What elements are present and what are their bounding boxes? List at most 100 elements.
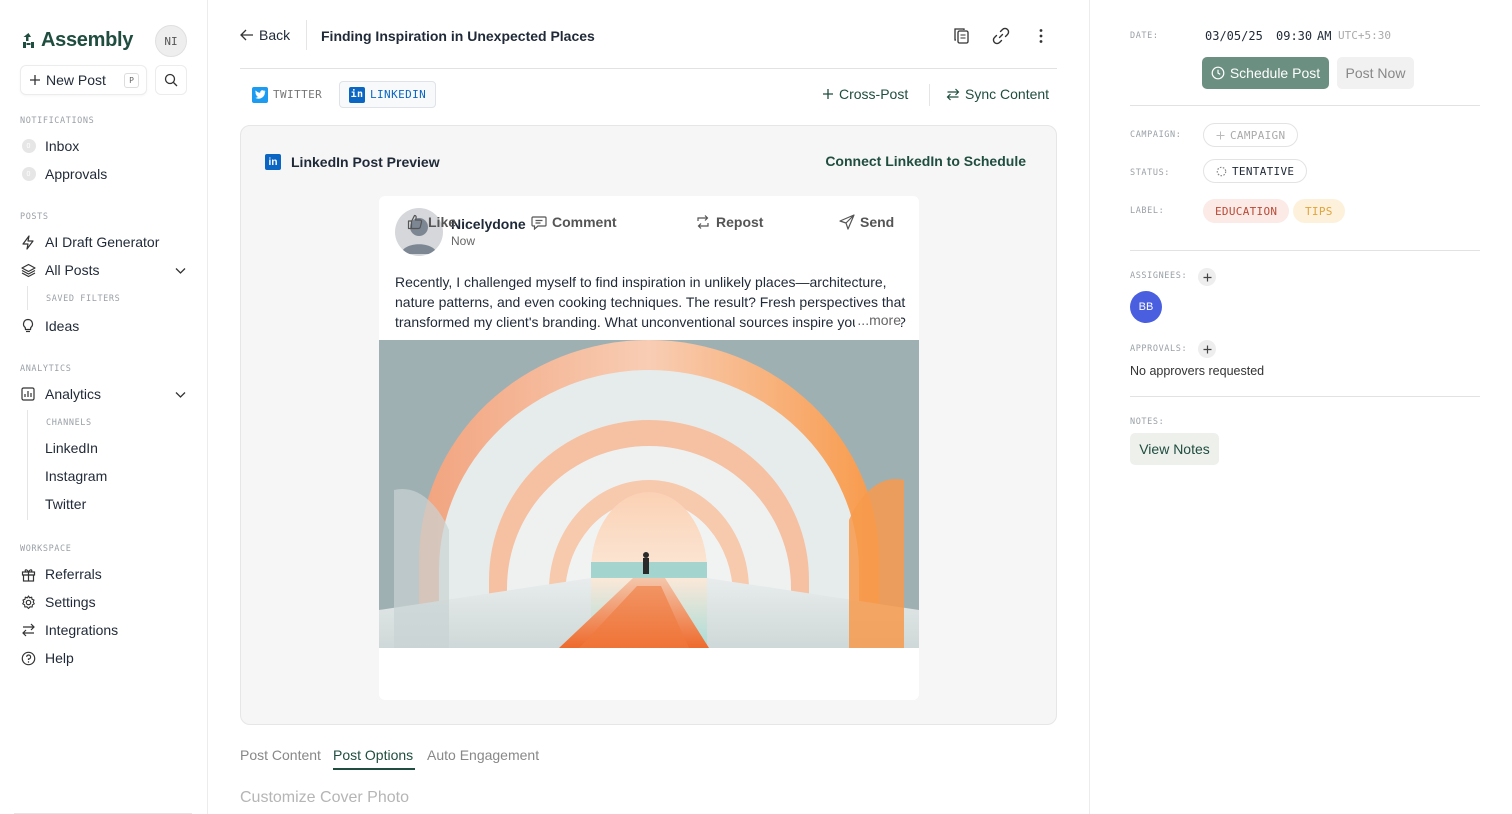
tab-auto-engagement[interactable]: Auto Engagement — [427, 747, 539, 763]
view-notes-button[interactable]: View Notes — [1130, 433, 1219, 465]
copy-link-button[interactable] — [991, 26, 1011, 46]
sidebar-item-referrals[interactable]: Referrals — [20, 564, 102, 584]
user-avatar[interactable]: NI — [155, 25, 187, 57]
layers-icon — [20, 263, 36, 277]
linkedin-preview-card: in LinkedIn Post Preview Connect LinkedI… — [240, 125, 1057, 725]
sidebar-item-ideas[interactable]: Ideas — [20, 316, 79, 336]
tab-post-content[interactable]: Post Content — [240, 747, 321, 763]
tree-line — [27, 286, 28, 310]
timezone-value: UTC+5:30 — [1338, 29, 1391, 42]
post-settings-panel: DATE: 03/05/25 09:30 AM UTC+5:30 Schedul… — [1089, 0, 1512, 814]
page-title: Finding Inspiration in Unexpected Places — [321, 28, 595, 44]
sidebar-item-analytics[interactable]: Analytics — [20, 384, 101, 404]
sidebar-item-label: Referrals — [45, 566, 102, 582]
saved-filters-label: SAVED FILTERS — [46, 294, 121, 304]
cross-post-button[interactable]: Cross-Post — [822, 86, 908, 102]
tree-line — [27, 410, 28, 520]
assignees-label: ASSIGNEES: — [1130, 271, 1188, 281]
back-label: Back — [259, 27, 291, 43]
post-time: Now — [451, 234, 476, 248]
active-tab-indicator — [333, 768, 415, 770]
sidebar-item-label: All Posts — [45, 262, 100, 278]
post-now-button[interactable]: Post Now — [1337, 57, 1414, 89]
gift-icon — [21, 568, 35, 582]
preview-heading-label: LinkedIn Post Preview — [291, 154, 440, 170]
connect-linkedin-link[interactable]: Connect LinkedIn to Schedule — [825, 153, 1026, 169]
channels-label: CHANNELS — [46, 418, 92, 428]
comment-button[interactable]: Comment — [531, 214, 617, 230]
search-button[interactable] — [155, 65, 187, 95]
sidebar-item-settings[interactable]: Settings — [20, 592, 96, 612]
link-icon — [992, 27, 1010, 45]
sync-content-button[interactable]: Sync Content — [946, 86, 1049, 102]
campaign-label: CAMPAIGN: — [1130, 130, 1182, 140]
notes-label: NOTES: — [1130, 417, 1165, 427]
assignee-avatar[interactable]: BB — [1130, 291, 1162, 323]
tab-linkedin[interactable]: in LINKEDIN — [339, 81, 437, 108]
post-image — [379, 340, 919, 648]
author-name: Nicelydone — [451, 216, 526, 232]
approvals-label: APPROVALS: — [1130, 344, 1188, 354]
linkedin-icon: in — [349, 86, 365, 103]
see-more-link[interactable]: ...more — [855, 312, 901, 328]
linkedin-icon: in — [265, 154, 281, 170]
shortcut-key: P — [124, 73, 139, 88]
plus-icon — [1216, 131, 1225, 139]
sidebar-item-instagram[interactable]: Instagram — [45, 468, 107, 484]
campaign-placeholder: CAMPAIGN — [1230, 128, 1286, 142]
label-tips-badge[interactable]: TIPS — [1293, 199, 1345, 223]
add-assignee-button[interactable] — [1198, 268, 1216, 286]
brand-name: Assembly — [41, 29, 134, 51]
repost-label: Repost — [716, 214, 764, 230]
sidebar-item-integrations[interactable]: Integrations — [20, 620, 118, 640]
tab-twitter[interactable]: TWITTER — [243, 81, 331, 108]
repost-button[interactable]: Repost — [695, 214, 763, 230]
sidebar-item-linkedin[interactable]: LinkedIn — [45, 440, 98, 456]
chart-icon — [21, 387, 35, 401]
label-education-badge[interactable]: EDUCATION — [1203, 199, 1290, 223]
more-options-button[interactable] — [1031, 26, 1051, 46]
plus-icon — [1203, 345, 1211, 353]
tab-label: LINKEDIN — [370, 88, 427, 101]
sidebar-item-help[interactable]: Help — [20, 648, 74, 668]
status-label: STATUS: — [1130, 168, 1171, 178]
send-button[interactable]: Send — [839, 214, 894, 230]
approvals-count-badge: 0 — [21, 167, 36, 181]
ampm-value[interactable]: AM — [1317, 29, 1331, 43]
schedule-post-button[interactable]: Schedule Post — [1202, 57, 1329, 89]
header-divider — [306, 20, 307, 50]
sidebar-item-label: Settings — [45, 594, 96, 610]
send-label: Send — [860, 214, 895, 230]
status-selector[interactable]: TENTATIVE — [1203, 159, 1308, 183]
back-button[interactable]: Back — [240, 27, 290, 43]
plus-icon — [30, 75, 40, 85]
sidebar-item-ai-draft[interactable]: AI Draft Generator — [20, 232, 159, 252]
sidebar-item-twitter[interactable]: Twitter — [45, 496, 86, 512]
add-approver-button[interactable] — [1198, 340, 1216, 358]
notifications-section-label: NOTIFICATIONS — [20, 116, 95, 126]
chevron-down-icon[interactable] — [174, 264, 187, 277]
sidebar-item-all-posts[interactable]: All Posts — [20, 260, 99, 280]
post-text: Recently, I challenged myself to find in… — [395, 274, 906, 330]
workspace-section-label: WORKSPACE — [20, 544, 72, 554]
sidebar-item-approvals[interactable]: 0 Approvals — [20, 164, 107, 184]
like-button[interactable]: Like — [407, 214, 456, 230]
assembly-logo-icon — [23, 33, 34, 48]
brand-logo[interactable]: Assembly — [20, 29, 133, 52]
date-value[interactable]: 03/05/25 — [1205, 29, 1263, 43]
post-preview: Nicelydone Now Recently, I challenged my… — [379, 196, 919, 700]
twitter-icon — [252, 86, 268, 103]
campaign-selector[interactable]: CAMPAIGN — [1203, 123, 1299, 147]
label-label: LABEL: — [1130, 206, 1165, 216]
duplicate-button[interactable] — [951, 26, 971, 46]
sidebar-item-inbox[interactable]: 0 Inbox — [20, 136, 79, 156]
repost-icon — [697, 215, 709, 229]
dashed-circle-icon — [1216, 166, 1227, 176]
time-value[interactable]: 09:30 — [1276, 29, 1312, 43]
new-post-button[interactable]: New Post P — [20, 65, 147, 95]
chevron-down-icon[interactable] — [174, 388, 187, 401]
status-value: TENTATIVE — [1232, 164, 1295, 178]
sidebar-item-label: Help — [45, 650, 74, 666]
tab-post-options[interactable]: Post Options — [333, 747, 413, 763]
sidebar-item-label: Analytics — [45, 386, 102, 402]
